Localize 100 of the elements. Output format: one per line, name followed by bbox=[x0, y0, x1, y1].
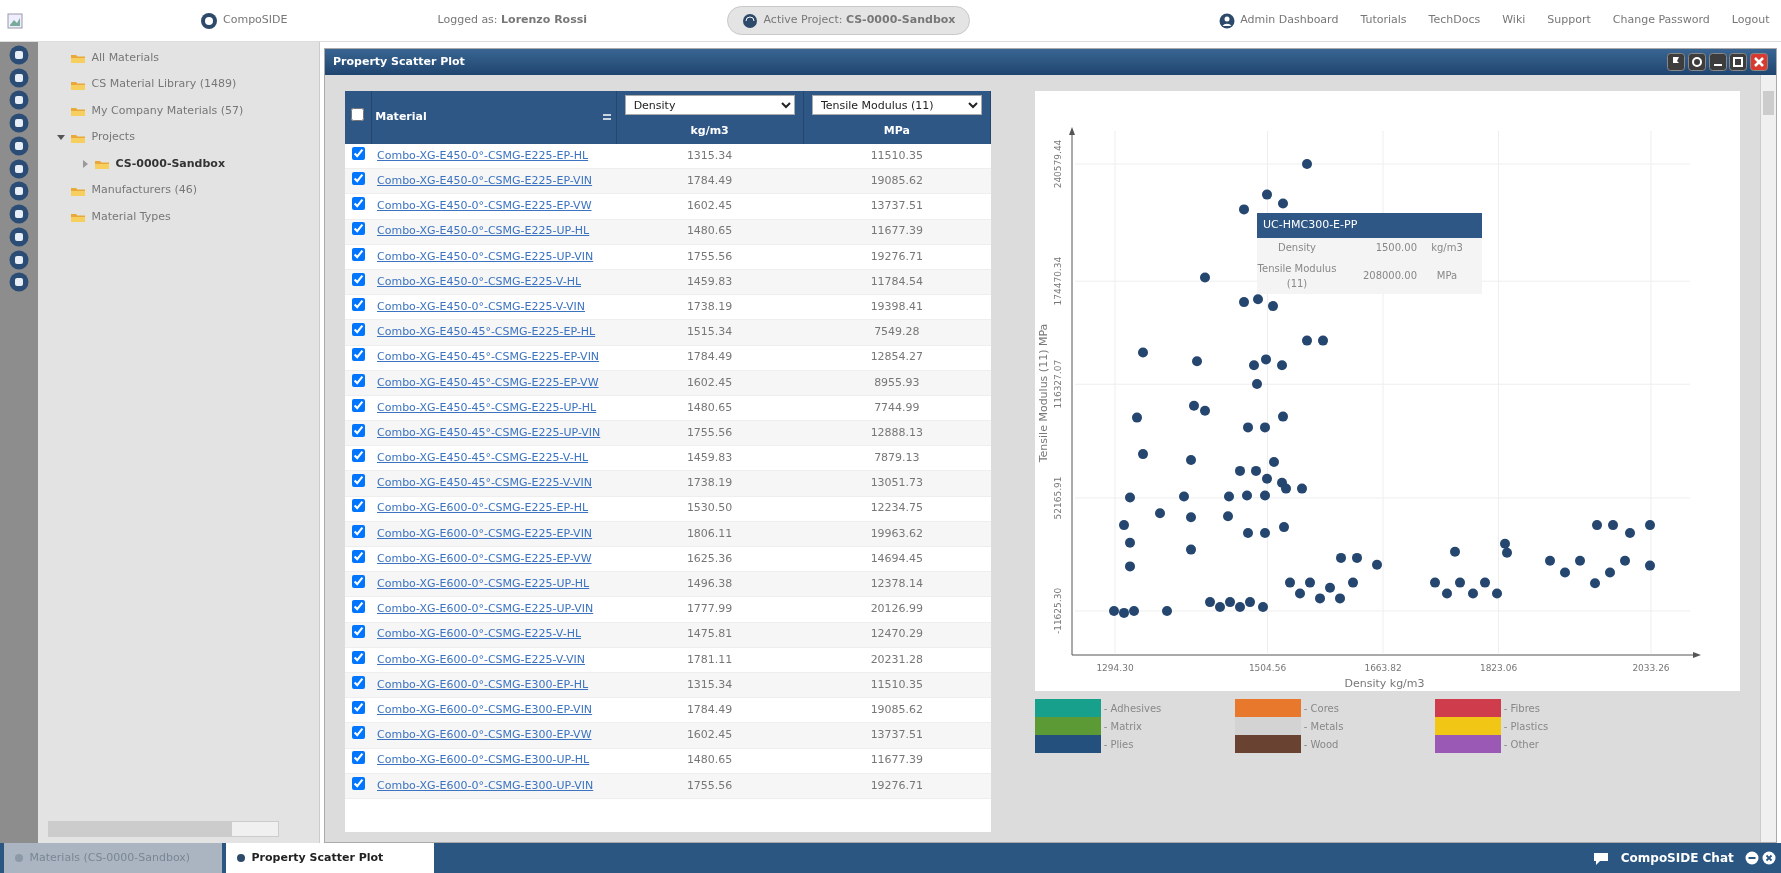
tool-icon[interactable] bbox=[9, 181, 29, 202]
data-point[interactable] bbox=[1260, 490, 1270, 501]
data-point[interactable] bbox=[1129, 606, 1139, 616]
property-select[interactable]: Density bbox=[624, 95, 795, 115]
data-point[interactable] bbox=[1302, 335, 1312, 346]
material-link[interactable]: Combo-XG-E600-0°-CSMG-E300-UP-HL bbox=[377, 753, 590, 767]
data-point[interactable] bbox=[1119, 607, 1129, 618]
row-checkbox[interactable] bbox=[351, 700, 365, 714]
tree-item[interactable]: CS Material Library (1489) bbox=[91, 76, 237, 93]
data-point[interactable] bbox=[1138, 449, 1148, 460]
data-point[interactable] bbox=[1455, 577, 1465, 588]
material-link[interactable]: Combo-XG-E600-0°-CSMG-E225-EP-VW bbox=[377, 551, 592, 565]
row-checkbox[interactable] bbox=[351, 297, 365, 311]
row-checkbox[interactable] bbox=[351, 423, 365, 437]
row-checkbox[interactable] bbox=[351, 272, 365, 286]
data-point[interactable] bbox=[1269, 457, 1279, 467]
chat-bubble-icon[interactable] bbox=[1591, 850, 1610, 866]
material-link[interactable]: Combo-XG-E450-45°-CSMG-E225-V-HL bbox=[377, 451, 589, 465]
tree-item[interactable]: Material Types bbox=[91, 208, 171, 226]
material-link[interactable]: Combo-XG-E450-0°-CSMG-E225-V-VIN bbox=[377, 299, 585, 313]
tool-icon[interactable] bbox=[9, 204, 29, 224]
row-checkbox[interactable] bbox=[351, 549, 365, 563]
row-checkbox[interactable] bbox=[351, 197, 365, 211]
material-link[interactable]: Combo-XG-E450-0°-CSMG-E225-EP-HL bbox=[377, 148, 589, 162]
tree-item[interactable]: Projects bbox=[91, 129, 135, 146]
data-point[interactable] bbox=[1189, 400, 1199, 411]
data-point[interactable] bbox=[1200, 405, 1210, 416]
row-checkbox[interactable] bbox=[351, 398, 365, 412]
data-point[interactable] bbox=[1260, 422, 1270, 433]
data-point[interactable] bbox=[1242, 490, 1252, 501]
data-point[interactable] bbox=[1620, 555, 1630, 566]
refresh-icon[interactable] bbox=[1687, 53, 1706, 71]
property-select[interactable]: Tensile Modulus (11) bbox=[811, 95, 982, 115]
data-point[interactable] bbox=[1468, 588, 1478, 599]
material-link[interactable]: Combo-XG-E600-0°-CSMG-E300-EP-VIN bbox=[377, 702, 593, 716]
data-point[interactable] bbox=[1278, 198, 1288, 209]
row-checkbox[interactable] bbox=[351, 524, 365, 538]
data-point[interactable] bbox=[1645, 560, 1655, 571]
data-point[interactable] bbox=[1325, 582, 1335, 593]
tree-item[interactable]: My Company Materials (57) bbox=[91, 102, 244, 120]
data-point[interactable] bbox=[1336, 552, 1346, 563]
row-checkbox[interactable] bbox=[351, 373, 365, 387]
data-point[interactable] bbox=[1235, 602, 1245, 612]
tool-icon[interactable] bbox=[9, 135, 29, 156]
data-point[interactable] bbox=[1252, 379, 1262, 389]
minimize-icon[interactable] bbox=[1708, 53, 1727, 71]
data-point[interactable] bbox=[1285, 577, 1295, 588]
data-point[interactable] bbox=[1625, 528, 1635, 538]
tool-icon[interactable] bbox=[9, 67, 29, 88]
data-point[interactable] bbox=[1253, 294, 1263, 305]
material-link[interactable]: Combo-XG-E450-45°-CSMG-E225-EP-VIN bbox=[377, 350, 600, 364]
row-checkbox[interactable] bbox=[351, 751, 365, 765]
row-checkbox[interactable] bbox=[351, 348, 365, 362]
data-point[interactable] bbox=[1268, 301, 1278, 312]
material-link[interactable]: Combo-XG-E600-0°-CSMG-E225-V-VIN bbox=[377, 652, 585, 666]
chat-label[interactable]: CompoSIDE Chat bbox=[1620, 849, 1734, 867]
tree-item[interactable]: Manufacturers (46) bbox=[91, 182, 197, 199]
maximize-icon[interactable] bbox=[1729, 53, 1748, 71]
data-point[interactable] bbox=[1348, 577, 1358, 588]
data-point[interactable] bbox=[1251, 465, 1261, 476]
data-point[interactable] bbox=[1305, 577, 1315, 588]
tool-icon[interactable] bbox=[9, 44, 29, 65]
taskbar-tab[interactable]: Property Scatter Plot bbox=[226, 843, 434, 873]
data-point[interactable] bbox=[1261, 354, 1271, 365]
data-point[interactable] bbox=[1186, 455, 1196, 465]
tool-icon[interactable] bbox=[9, 113, 29, 133]
tool-icon[interactable] bbox=[9, 90, 29, 111]
data-point[interactable] bbox=[1125, 492, 1135, 503]
data-point[interactable] bbox=[1119, 520, 1129, 531]
data-point[interactable] bbox=[1125, 561, 1135, 572]
data-point[interactable] bbox=[1450, 546, 1460, 557]
data-point[interactable] bbox=[1502, 547, 1512, 558]
top-link[interactable]: TechDocs bbox=[1428, 12, 1481, 29]
data-point[interactable] bbox=[1592, 520, 1602, 531]
data-point[interactable] bbox=[1575, 555, 1585, 566]
data-point[interactable] bbox=[1372, 559, 1382, 570]
tool-icon[interactable] bbox=[9, 158, 29, 179]
data-point[interactable] bbox=[1200, 272, 1210, 283]
data-point[interactable] bbox=[1109, 606, 1119, 616]
row-checkbox[interactable] bbox=[351, 146, 365, 160]
data-point[interactable] bbox=[1239, 297, 1249, 308]
close-icon[interactable] bbox=[1761, 851, 1776, 865]
data-point[interactable] bbox=[1243, 422, 1253, 433]
data-point[interactable] bbox=[1335, 593, 1345, 604]
data-point[interactable] bbox=[1224, 491, 1234, 502]
data-point[interactable] bbox=[1281, 483, 1291, 494]
data-point[interactable] bbox=[1277, 360, 1287, 371]
data-point[interactable] bbox=[1258, 602, 1268, 612]
data-point[interactable] bbox=[1318, 335, 1328, 346]
material-link[interactable]: Combo-XG-E450-45°-CSMG-E225-UP-HL bbox=[377, 400, 597, 414]
data-point[interactable] bbox=[1430, 577, 1440, 588]
data-point[interactable] bbox=[1186, 544, 1196, 555]
vertical-scrollbar[interactable] bbox=[1760, 75, 1776, 842]
select-all-checkbox[interactable] bbox=[351, 108, 365, 121]
data-point[interactable] bbox=[1205, 597, 1215, 608]
row-checkbox[interactable] bbox=[351, 474, 365, 488]
top-link[interactable]: Admin Dashboard bbox=[1240, 12, 1339, 29]
data-point[interactable] bbox=[1260, 528, 1270, 538]
data-point[interactable] bbox=[1480, 577, 1490, 588]
data-point[interactable] bbox=[1132, 412, 1142, 423]
